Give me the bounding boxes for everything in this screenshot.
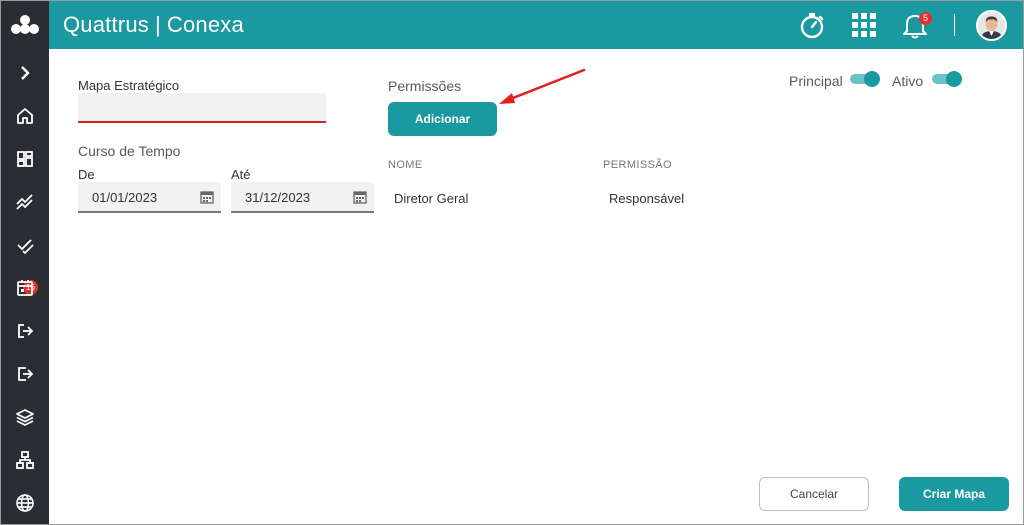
sidebar-item-logout[interactable]: [1, 358, 49, 390]
calendar-icon[interactable]: [200, 190, 214, 204]
to-date-field[interactable]: 31/12/2023: [231, 182, 374, 213]
sidebar: 16: [1, 49, 49, 524]
column-header-name: NOME: [388, 159, 423, 171]
dashboard-icon: [17, 151, 33, 167]
tasks-icon: [17, 239, 34, 255]
hierarchy-icon: [16, 451, 34, 469]
logout-icon: [18, 367, 34, 381]
globe-icon: [16, 494, 34, 512]
brand-name: Quattrus: [63, 12, 149, 37]
annotation-arrow: [499, 68, 586, 104]
title-separator: |: [154, 12, 161, 37]
sidebar-item-trends[interactable]: [1, 186, 49, 218]
active-toggle[interactable]: [932, 71, 962, 87]
map-label: Mapa Estratégico: [78, 78, 180, 93]
sidebar-item-expand[interactable]: [1, 57, 49, 89]
chevron-right-icon: [21, 66, 30, 80]
sidebar-item-globe[interactable]: [1, 487, 49, 519]
cancel-button[interactable]: Cancelar: [759, 477, 869, 511]
principal-toggle[interactable]: [850, 71, 880, 87]
row-name-cell: Diretor Geral: [394, 191, 469, 206]
layers-icon: [16, 409, 34, 426]
sidebar-item-tasks[interactable]: [1, 229, 49, 261]
sidebar-item-calendar[interactable]: [1, 272, 49, 304]
to-date-value: 31/12/2023: [245, 190, 311, 205]
logo[interactable]: [1, 1, 49, 49]
top-bar: Quattrus | Conexa 5: [1, 1, 1023, 49]
app-title: Quattrus | Conexa: [63, 12, 244, 38]
header-divider: [954, 14, 955, 36]
sidebar-item-hierarchy[interactable]: [1, 444, 49, 476]
create-map-button[interactable]: Criar Mapa: [899, 477, 1009, 511]
product-name: Conexa: [166, 12, 244, 37]
avatar[interactable]: [976, 10, 1007, 41]
from-date-field[interactable]: 01/01/2023: [78, 182, 221, 213]
add-permission-button[interactable]: Adicionar: [388, 102, 497, 136]
from-date-value: 01/01/2023: [92, 190, 158, 205]
from-label: De: [78, 167, 95, 182]
row-permission-cell: Responsável: [609, 191, 685, 206]
column-header-permission: PERMISSÃO: [603, 159, 673, 171]
timer-icon[interactable]: [796, 9, 828, 41]
calendar-icon: [17, 280, 33, 296]
logo-icon: [11, 15, 39, 34]
principal-label: Principal: [789, 73, 843, 89]
sidebar-item-login[interactable]: [1, 315, 49, 347]
home-icon: [17, 108, 33, 124]
calendar-icon[interactable]: [353, 190, 367, 204]
trend-icon: [16, 194, 33, 210]
apps-grid-icon[interactable]: [848, 9, 880, 41]
sidebar-item-home[interactable]: [1, 100, 49, 132]
sidebar-item-layers[interactable]: [1, 401, 49, 433]
map-name-input[interactable]: [78, 93, 326, 123]
login-icon: [18, 324, 34, 338]
user-avatar-icon: [978, 12, 1005, 39]
sidebar-item-dashboard[interactable]: [1, 143, 49, 175]
permissions-title: Permissões: [388, 78, 462, 94]
active-label: Ativo: [892, 73, 924, 89]
app-window: Quattrus | Conexa 5 16 Mapa Estratégico …: [0, 0, 1024, 525]
time-range-label: Curso de Tempo: [78, 143, 181, 159]
notification-badge: 5: [919, 12, 932, 25]
to-label: Até: [231, 167, 251, 182]
